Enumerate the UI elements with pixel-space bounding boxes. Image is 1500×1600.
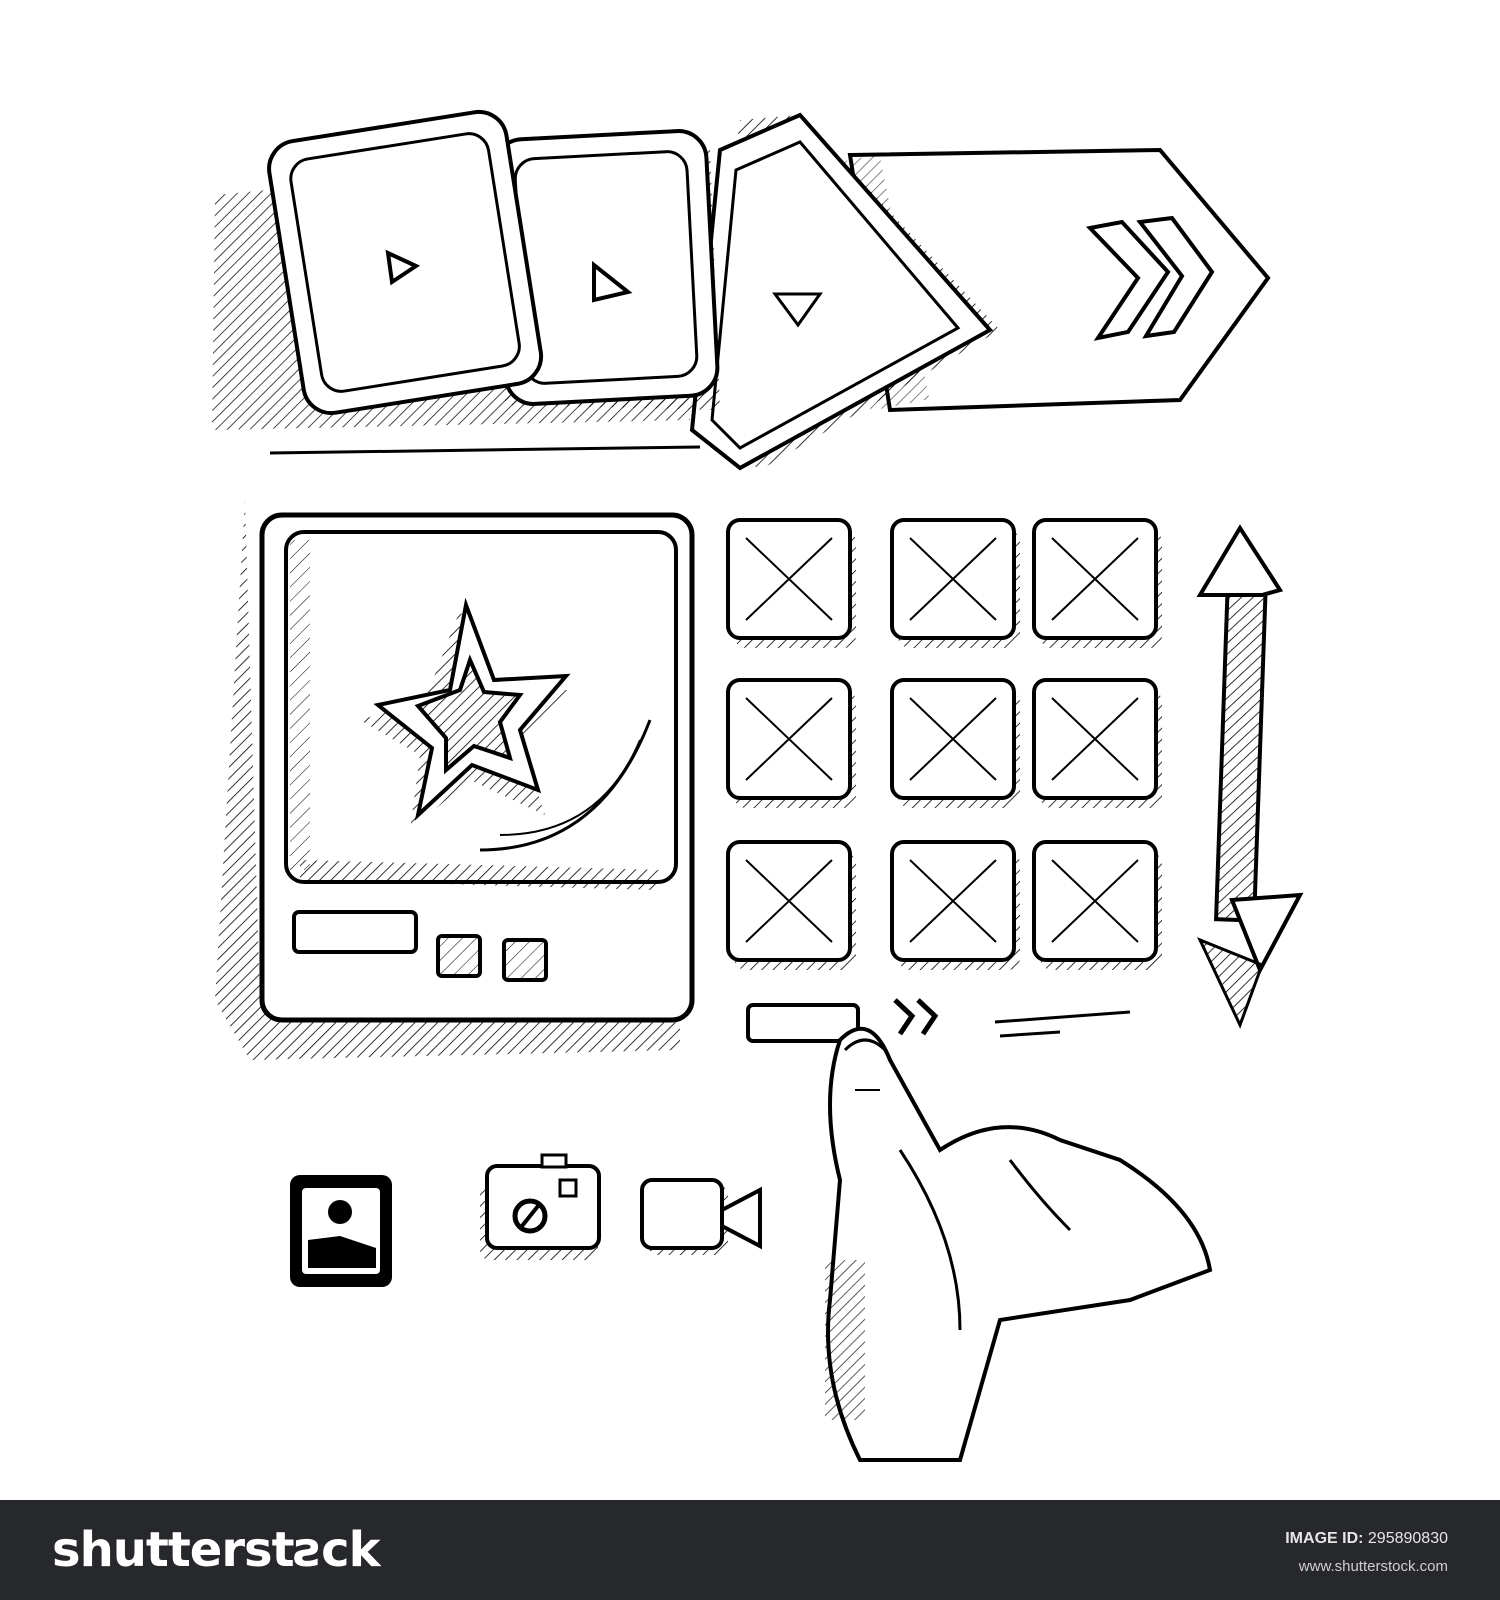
small-button[interactable]: [436, 934, 482, 978]
pointing-hand: [825, 1026, 1213, 1462]
image-id-value: 295890830: [1367, 1530, 1448, 1547]
small-button[interactable]: [502, 938, 548, 982]
thumbnail-grid: [726, 518, 1162, 970]
carousel[interactable]: [212, 108, 1271, 471]
image-id: IMAGE ID: 295890830: [1285, 1530, 1448, 1548]
photo-icon[interactable]: [290, 1175, 392, 1287]
grid-tile[interactable]: [1032, 518, 1162, 648]
preview-panel: [215, 500, 695, 1060]
camera-icon[interactable]: [480, 1153, 601, 1260]
image-id-label: IMAGE ID:: [1285, 1530, 1364, 1547]
wide-button[interactable]: [292, 910, 418, 954]
grid-tile[interactable]: [726, 840, 856, 970]
pager[interactable]: [746, 998, 1131, 1043]
site-logo: shutterstƨck: [52, 1522, 380, 1578]
grid-tile[interactable]: [1032, 840, 1162, 970]
site-url: www.shutterstock.com: [1298, 1558, 1448, 1575]
video-card-1[interactable]: [265, 108, 545, 417]
grid-tile[interactable]: [726, 518, 856, 648]
video-camera-icon[interactable]: [640, 1178, 762, 1255]
grid-tile[interactable]: [1032, 678, 1162, 808]
media-icons: [290, 1153, 762, 1287]
footer-bar: shutterstƨck IMAGE ID: 295890830 www.shu…: [0, 1500, 1500, 1600]
double-chevron-right-icon[interactable]: [893, 998, 939, 1036]
sketch-illustration: [212, 108, 1304, 1462]
grid-tile[interactable]: [890, 678, 1020, 808]
grid-tile[interactable]: [890, 840, 1020, 970]
vertical-double-arrow-icon[interactable]: [1196, 524, 1304, 1029]
grid-tile[interactable]: [890, 518, 1020, 648]
grid-tile[interactable]: [726, 678, 856, 808]
